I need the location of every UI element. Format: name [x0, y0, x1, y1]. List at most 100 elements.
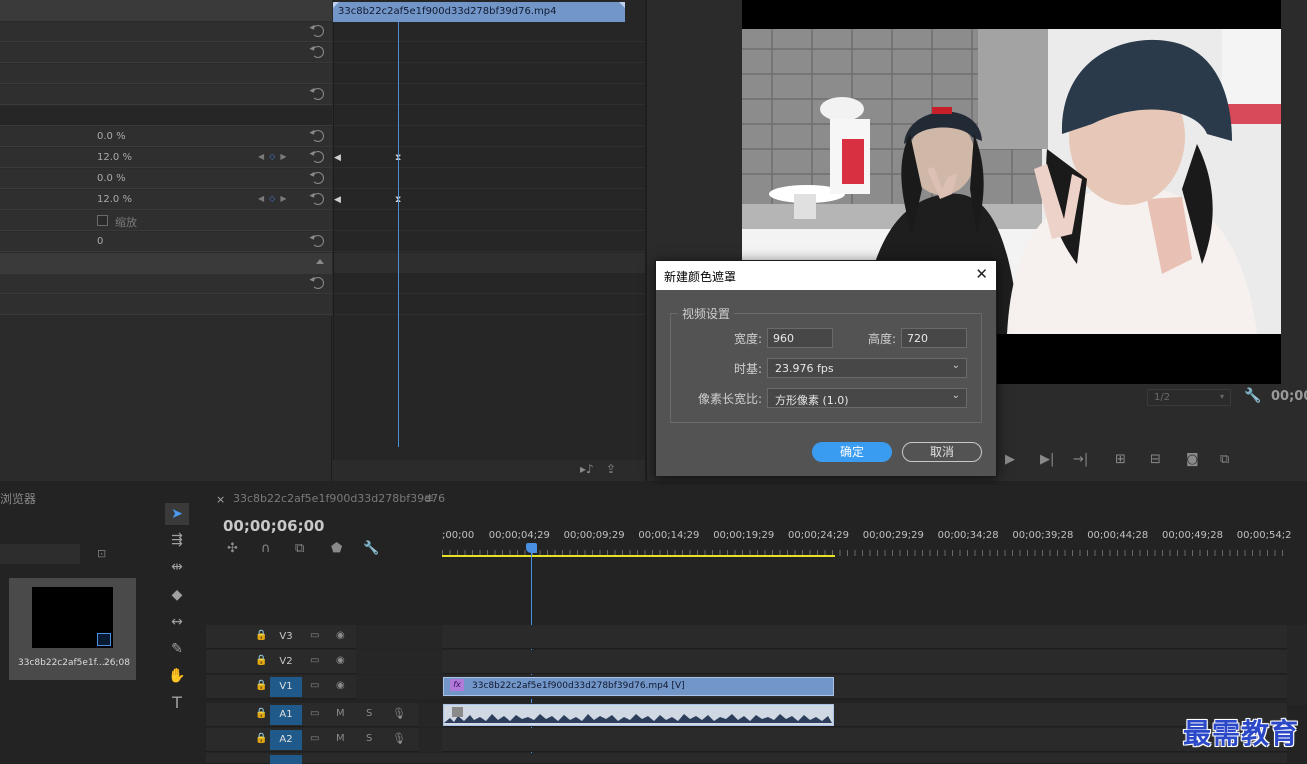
effect-property-row[interactable] — [0, 85, 332, 105]
magnet-icon[interactable]: ∩ — [261, 541, 271, 556]
solo-toggle[interactable]: S — [366, 708, 372, 719]
property-value[interactable]: 0.0 % — [97, 173, 126, 184]
reset-icon[interactable] — [312, 46, 324, 58]
lock-icon[interactable]: 🔒 — [255, 680, 267, 691]
effect-playhead-line[interactable] — [398, 22, 399, 447]
track-name[interactable]: A1 — [270, 705, 302, 725]
effect-property-row[interactable]: 0.0 % — [0, 127, 332, 147]
reset-icon[interactable] — [312, 88, 324, 100]
selection-tool-icon[interactable]: ➤ — [165, 503, 189, 525]
ripple-edit-tool-icon[interactable]: ⇹ — [165, 556, 189, 578]
track-header-a1[interactable]: 🔒 A1 ▭ M S 🎙 — [206, 703, 442, 727]
sync-lock-icon[interactable]: ▭ — [310, 655, 319, 666]
type-tool-icon[interactable]: T — [165, 692, 189, 714]
effect-property-row[interactable]: 12.0 % ◀◇▶ — [0, 190, 332, 210]
slip-tool-icon[interactable]: ↔ — [165, 611, 189, 633]
microphone-icon[interactable]: 🎙 — [392, 732, 406, 745]
sync-lock-icon[interactable]: ▭ — [310, 680, 319, 691]
overwrite-icon[interactable]: ⊟ — [1150, 452, 1161, 467]
close-icon[interactable]: × — [216, 493, 225, 506]
mute-toggle[interactable]: M — [336, 708, 345, 719]
lock-icon[interactable]: 🔒 — [255, 630, 267, 641]
filter-icon[interactable]: ▸♪ — [580, 462, 594, 476]
effect-section-row[interactable] — [0, 106, 332, 126]
folder-search-icon[interactable]: ⊡ — [97, 547, 106, 560]
keyframe-marker[interactable]: ⧗ — [395, 195, 403, 205]
video-clip[interactable]: 33c8b22c2af5e1f900d33d278bf39d76.mp4 [V] — [443, 677, 834, 696]
play-icon[interactable]: ▶ — [1005, 452, 1015, 467]
razor-tool-icon[interactable]: ◆ — [165, 584, 189, 606]
sequence-timecode[interactable]: 00;00;06;00 — [223, 517, 325, 535]
effect-property-row[interactable] — [0, 64, 332, 84]
effect-property-row[interactable] — [0, 43, 332, 63]
track-header-v3[interactable]: 🔒 V3 ▭ ◉ — [206, 625, 442, 649]
eye-icon[interactable]: ◉ — [336, 680, 345, 691]
marker-icon[interactable]: ⬟ — [331, 541, 342, 556]
effect-property-row[interactable]: 12.0 % ◀◇▶ — [0, 148, 332, 168]
collapse-triangle-icon[interactable] — [316, 259, 324, 264]
cancel-button[interactable]: 取消 — [902, 442, 982, 462]
compare-icon[interactable]: ⧉ — [1220, 452, 1229, 467]
ok-button[interactable]: 确定 — [812, 442, 892, 462]
lock-icon[interactable]: 🔒 — [255, 708, 267, 719]
close-icon[interactable]: ✕ — [975, 265, 988, 283]
track-lane-a2[interactable] — [442, 728, 1287, 752]
snap-icon[interactable]: ✣ — [227, 541, 238, 556]
project-search-input[interactable] — [0, 544, 80, 564]
microphone-icon[interactable]: 🎙 — [392, 707, 406, 720]
sequence-tab[interactable]: 33c8b22c2af5e1f900d33d278bf39d76 — [233, 492, 445, 505]
track-header-a2[interactable]: 🔒 A2 ▭ M S 🎙 — [206, 728, 442, 752]
reset-icon[interactable] — [312, 151, 324, 163]
wrench-settings-icon[interactable]: 🔧 — [1244, 388, 1261, 404]
effect-controls-timeline[interactable]: ◀ ⧗ ◀ ⧗ ▸♪ ⇪ — [333, 0, 646, 476]
step-forward-icon[interactable]: ▶| — [1040, 452, 1054, 467]
reset-icon[interactable] — [312, 130, 324, 142]
effect-property-row[interactable] — [0, 274, 332, 294]
property-value[interactable]: 12.0 % — [97, 152, 132, 163]
track-select-tool-icon[interactable]: ⇶ — [165, 529, 189, 551]
insert-icon[interactable]: ⊞ — [1115, 452, 1126, 467]
pixel-aspect-select[interactable]: 方形像素 (1.0) ⌄ — [767, 388, 967, 408]
lock-icon[interactable]: 🔒 — [255, 655, 267, 666]
wrench-icon[interactable]: 🔧 — [363, 541, 379, 556]
export-icon[interactable]: ⇪ — [606, 462, 616, 476]
track-lane-v2[interactable] — [442, 650, 1287, 674]
keyframe-marker[interactable]: ⧗ — [395, 153, 403, 163]
media-browser-tab[interactable]: 媒体浏览器 — [0, 490, 36, 507]
track-lane-a3[interactable] — [442, 753, 1287, 764]
mute-toggle[interactable]: M — [336, 733, 345, 744]
effect-property-row[interactable]: 0 — [0, 232, 332, 252]
track-header-a3[interactable] — [206, 753, 442, 764]
keyframe-marker[interactable]: ◀ — [334, 153, 342, 163]
track-name[interactable]: V2 — [270, 652, 302, 672]
zoom-level-select[interactable]: 1/2 ▾ — [1147, 389, 1231, 406]
effect-property-row[interactable]: 缩放 — [0, 211, 332, 231]
keyframe-marker[interactable]: ◀ — [334, 195, 342, 205]
program-timecode[interactable]: 00;00 — [1271, 389, 1307, 404]
track-lane-v3[interactable] — [442, 625, 1287, 649]
track-name[interactable]: V1 — [270, 677, 302, 697]
timebase-select[interactable]: 23.976 fps ⌄ — [767, 358, 967, 378]
effect-section-header[interactable] — [0, 253, 332, 274]
timeline-vertical-scrollbar[interactable] — [1287, 625, 1307, 705]
keyframe-navigator[interactable]: ◀◇▶ — [258, 152, 291, 161]
track-name[interactable]: V3 — [270, 627, 302, 647]
eye-icon[interactable]: ◉ — [336, 655, 345, 666]
camera-export-frame-icon[interactable]: ◙ — [1186, 452, 1199, 467]
pen-tool-icon[interactable]: ✎ — [165, 638, 189, 660]
effect-property-row[interactable] — [0, 295, 332, 315]
lock-icon[interactable]: 🔒 — [255, 733, 267, 744]
reset-icon[interactable] — [312, 25, 324, 37]
hand-tool-icon[interactable]: ✋ — [165, 665, 189, 687]
width-input[interactable] — [767, 328, 833, 348]
solo-toggle[interactable]: S — [366, 733, 372, 744]
track-name[interactable]: A2 — [270, 730, 302, 750]
track-header-v2[interactable]: 🔒 V2 ▭ ◉ — [206, 650, 442, 674]
keyframe-navigator[interactable]: ◀◇▶ — [258, 194, 291, 203]
property-value[interactable]: 0 — [97, 236, 103, 247]
playhead-handle[interactable] — [526, 543, 537, 553]
sync-lock-icon[interactable]: ▭ — [310, 733, 319, 744]
track-name[interactable] — [270, 755, 302, 764]
effect-property-row[interactable] — [0, 22, 332, 42]
reset-icon[interactable] — [312, 172, 324, 184]
